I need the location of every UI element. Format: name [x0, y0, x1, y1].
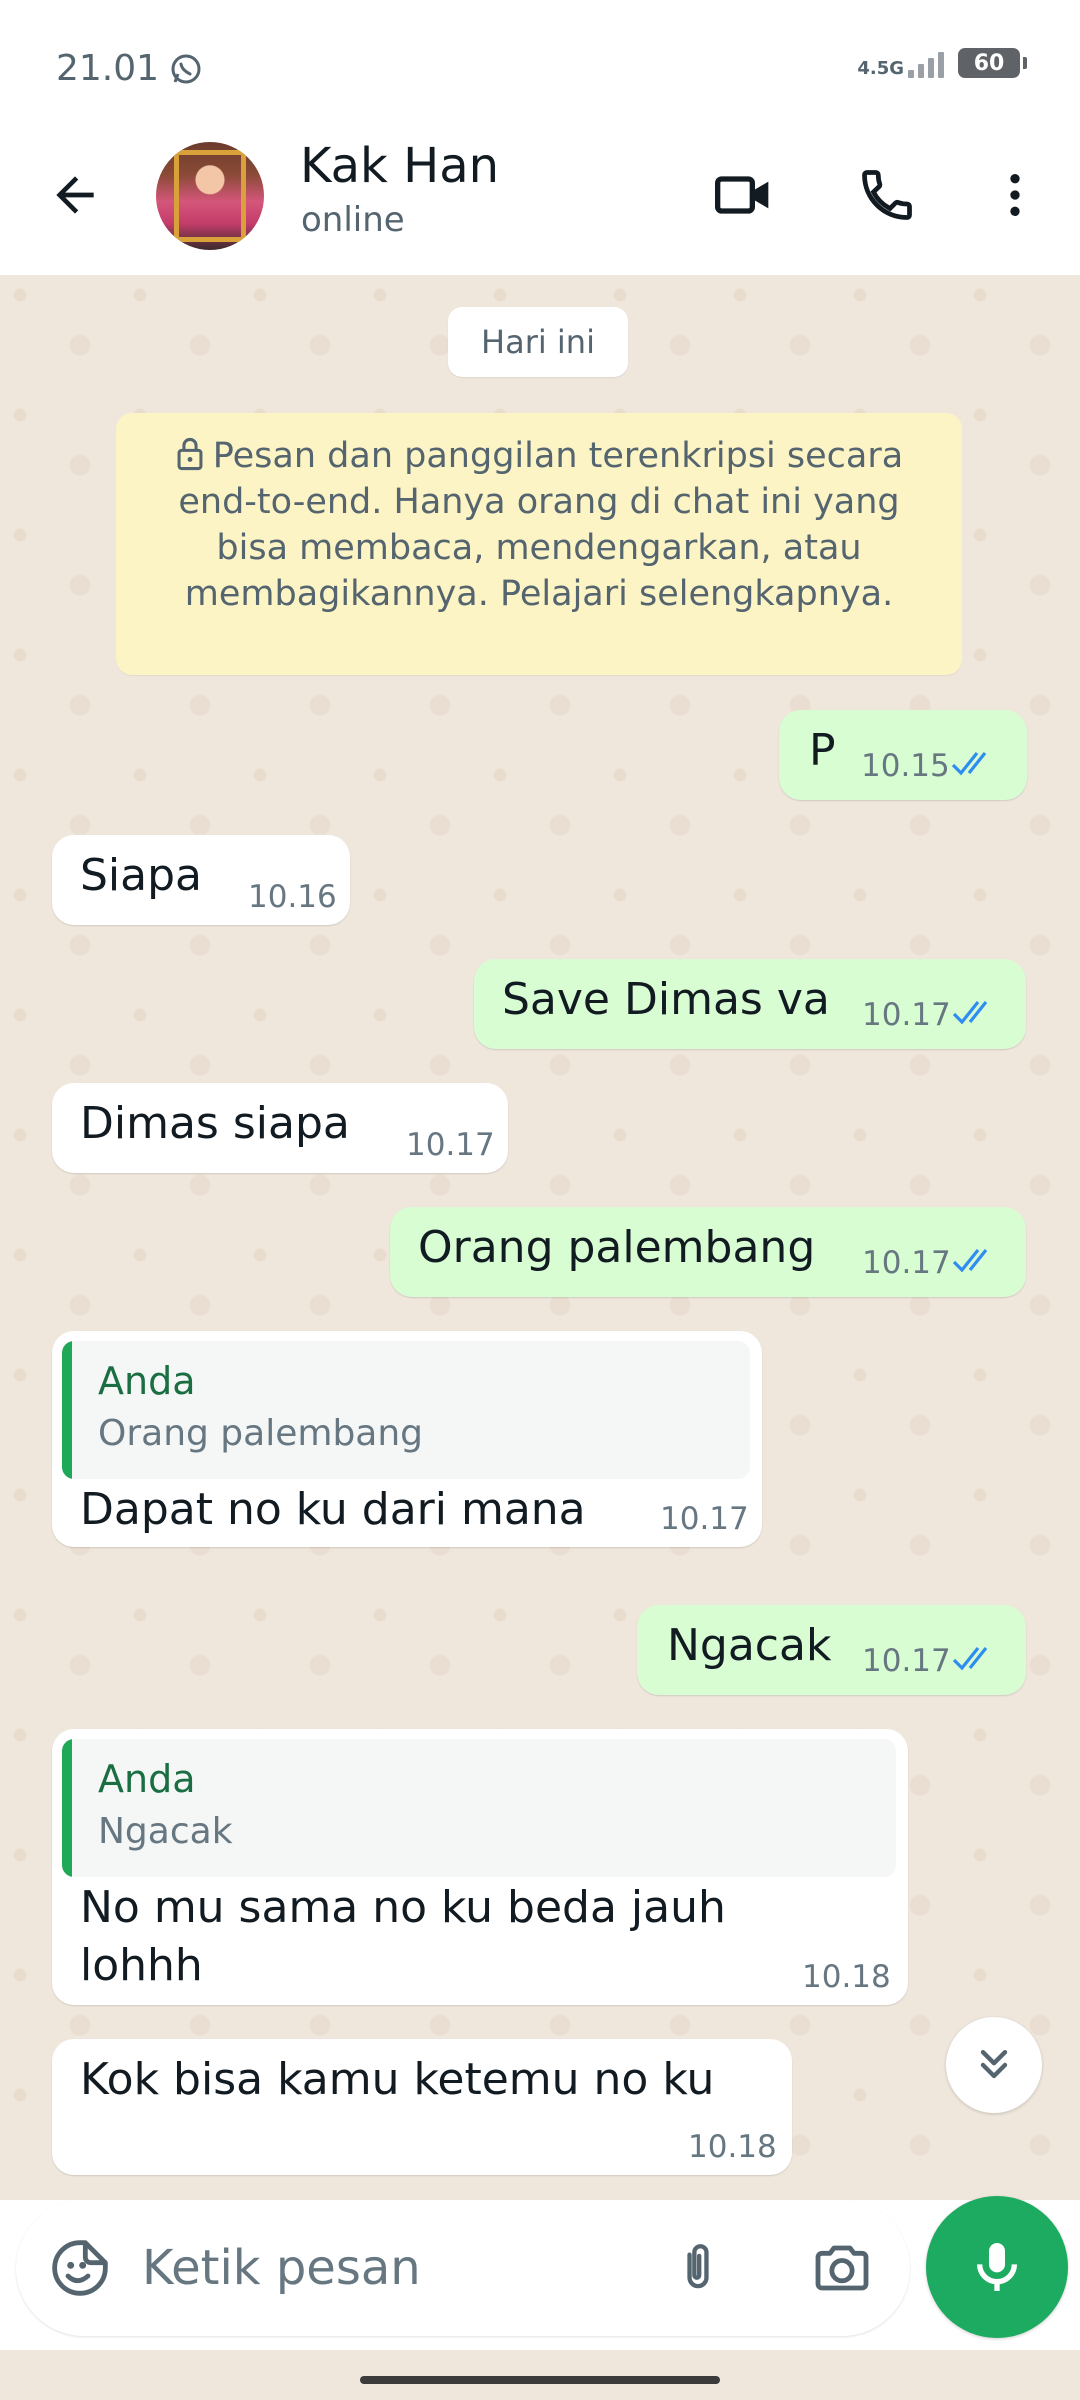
message-bubble-outgoing[interactable]: Save Dimas va 10.17 [474, 959, 1026, 1049]
message-time: 10.17 [862, 1245, 951, 1281]
message-time: 10.16 [248, 879, 337, 915]
status-indicators: 4.5G 60 [857, 48, 1027, 78]
signal-strength-icon [908, 48, 944, 78]
message-text: Kok bisa kamu ketemu no ku [80, 2054, 715, 2105]
more-vertical-icon [1010, 174, 1020, 216]
network-indicator: 4.5G [857, 48, 944, 78]
double-chevron-down-icon [980, 2049, 1008, 2079]
message-text-line-1: No mu sama no ku beda jauh [80, 1882, 726, 1933]
paperclip-icon [687, 2244, 709, 2289]
message-text: Dapat no ku dari mana [80, 1484, 586, 1535]
quoted-text: Ngacak [98, 1811, 233, 1852]
message-text: Ngacak [667, 1620, 832, 1671]
lock-icon [177, 437, 203, 471]
composer-background [0, 2350, 1080, 2400]
chat-area[interactable]: Hari ini Pesan dan panggilan terenkripsi… [0, 275, 1080, 2200]
camera-icon [815, 2245, 869, 2291]
message-text-line-2: lohhh [80, 1940, 203, 1991]
message-bubble-incoming[interactable]: Siapa 10.16 [52, 835, 350, 925]
read-receipt-icon [952, 1647, 988, 1671]
voice-message-button[interactable] [926, 2196, 1068, 2338]
message-bubble-incoming-reply[interactable]: Anda Orang palembang Dapat no ku dari ma… [52, 1331, 762, 1547]
message-bubble-outgoing[interactable]: P 10.15 [779, 710, 1027, 800]
quoted-author: Anda [98, 1359, 196, 1403]
video-camera-icon [715, 176, 769, 214]
message-text: Save Dimas va [502, 974, 830, 1025]
voice-call-button[interactable] [852, 160, 922, 230]
battery-level: 60 [973, 50, 1005, 76]
camera-button[interactable] [806, 2232, 878, 2304]
message-bubble-incoming-reply[interactable]: Anda Ngacak No mu sama no ku beda jauh l… [52, 1729, 908, 2005]
message-text: P [809, 725, 836, 776]
attach-button[interactable] [662, 2232, 734, 2304]
message-time: 10.17 [862, 997, 951, 1033]
video-call-button[interactable] [708, 160, 778, 230]
message-time: 10.18 [802, 1959, 891, 1995]
message-time: 10.18 [688, 2129, 777, 2165]
microphone-icon [977, 2243, 1017, 2291]
message-time: 10.15 [861, 748, 950, 784]
message-text: Orang palembang [418, 1222, 816, 1273]
quoted-message[interactable]: Anda Ngacak [62, 1739, 896, 1877]
message-bubble-outgoing[interactable]: Ngacak 10.17 [637, 1605, 1026, 1695]
status-time: 21.01 [56, 48, 203, 89]
sticker-emoji-icon [52, 2240, 108, 2296]
quoted-author: Anda [98, 1757, 196, 1801]
message-time: 10.17 [406, 1127, 495, 1163]
back-button[interactable] [40, 160, 110, 230]
status-bar: 21.01 4.5G 60 [0, 0, 1080, 130]
chat-header: Kak Han online [0, 130, 1080, 275]
encryption-notice-text: Pesan dan panggilan terenkripsi secara e… [178, 436, 904, 614]
contact-avatar[interactable] [156, 142, 264, 250]
home-indicator[interactable] [360, 2376, 720, 2384]
read-receipt-icon [952, 1001, 988, 1025]
encryption-notice[interactable]: Pesan dan panggilan terenkripsi secara e… [116, 413, 962, 675]
battery-icon: 60 [958, 48, 1027, 78]
date-chip: Hari ini [448, 307, 628, 377]
message-time: 10.17 [862, 1643, 951, 1679]
read-receipt-icon [952, 1249, 988, 1273]
message-bubble-incoming[interactable]: Dimas siapa 10.17 [52, 1083, 508, 1173]
network-type: 4.5G [857, 58, 904, 79]
quoted-message[interactable]: Anda Orang palembang [62, 1341, 750, 1479]
menu-button[interactable] [980, 160, 1050, 230]
emoji-button[interactable] [44, 2232, 116, 2304]
message-composer[interactable] [16, 2200, 910, 2336]
whatsapp-notification-icon [171, 54, 201, 83]
scroll-to-bottom-button[interactable] [946, 2017, 1042, 2113]
contact-name[interactable]: Kak Han [300, 138, 499, 194]
contact-status: online [301, 200, 405, 240]
message-input[interactable] [142, 2230, 642, 2306]
message-time: 10.17 [660, 1501, 749, 1537]
arrow-left-icon [56, 176, 94, 214]
clock-text: 21.01 [56, 48, 160, 89]
phone-icon [862, 170, 912, 220]
message-text: Dimas siapa [80, 1098, 350, 1149]
quoted-text: Orang palembang [98, 1413, 424, 1454]
message-text: Siapa [80, 850, 203, 901]
message-bubble-incoming[interactable]: Kok bisa kamu ketemu no ku 10.18 [52, 2039, 792, 2175]
message-bubble-outgoing[interactable]: Orang palembang 10.17 [390, 1207, 1026, 1297]
read-receipt-icon [951, 752, 987, 776]
